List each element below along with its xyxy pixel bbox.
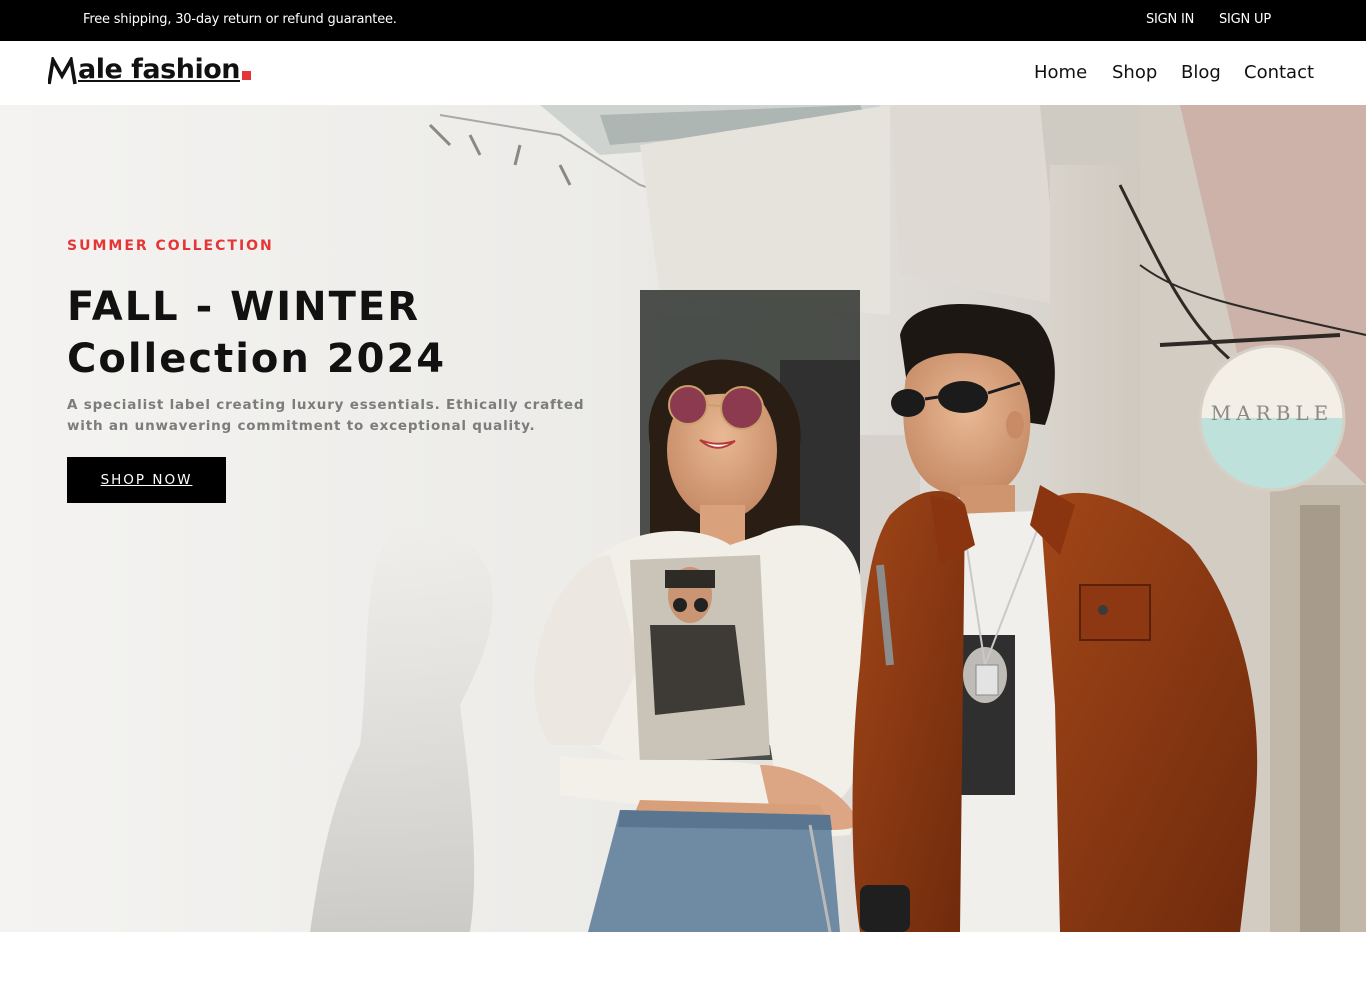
hero-banner: MARBLE SUMMER COLLECTION FALL - WINTER C… [0, 105, 1366, 932]
headline-line-2: Collection 2024 [67, 336, 447, 382]
site-logo[interactable]: ale fashion [48, 54, 251, 85]
nav-contact[interactable]: Contact [1244, 62, 1314, 83]
hero-tagline: A specialist label creating luxury essen… [67, 397, 585, 434]
nav-home[interactable]: Home [1034, 62, 1087, 83]
marble-sign-text: MARBLE [1211, 401, 1334, 425]
top-announcement-bar: Free shipping, 30-day return or refund g… [0, 0, 1366, 41]
nav-blog[interactable]: Blog [1181, 62, 1221, 83]
hero-photo: MARBLE [0, 105, 1366, 932]
sign-up-link[interactable]: SIGN UP [1219, 12, 1271, 27]
hero-headline: FALL - WINTER Collection 2024 [67, 281, 627, 385]
logo-m-mark [48, 57, 77, 85]
sign-in-link[interactable]: SIGN IN [1146, 12, 1194, 27]
site-header: ale fashion Home Shop Blog Contact [0, 41, 1366, 105]
shipping-promo-text: Free shipping, 30-day return or refund g… [83, 12, 397, 27]
logo-red-dot [241, 71, 251, 80]
shop-now-button[interactable]: SHOP NOW [67, 457, 226, 503]
headline-line-1: FALL - WINTER [67, 284, 421, 330]
hero-eyebrow: SUMMER COLLECTION [67, 238, 274, 254]
page-content-area [0, 932, 1366, 1002]
logo-text: ale fashion [78, 54, 240, 85]
nav-shop[interactable]: Shop [1112, 62, 1157, 83]
